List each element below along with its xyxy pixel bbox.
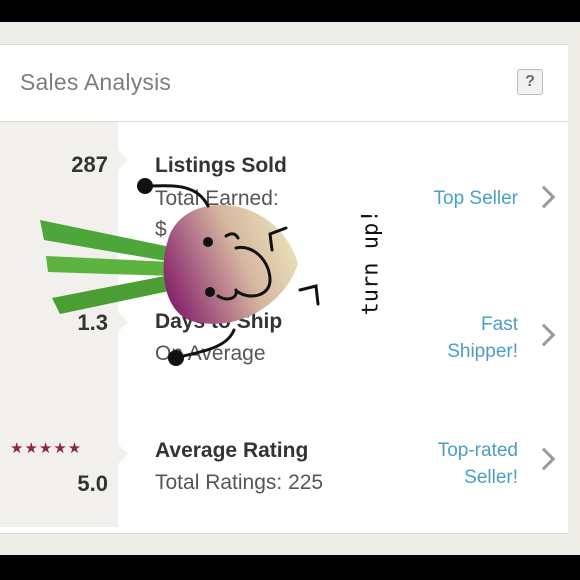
badge-line: Shipper! xyxy=(447,341,518,362)
listings-sold-row[interactable]: 287 Listings Sold Total Earned: $ Top Se… xyxy=(0,122,568,278)
days-to-ship-label: Days to Ship xyxy=(155,310,283,333)
total-ratings-label: Total Ratings: 225 xyxy=(155,471,324,494)
top-rated-badge: Top-rated Seller! xyxy=(438,437,518,491)
chevron-right-icon[interactable] xyxy=(532,185,556,209)
fast-shipper-badge: Fast Shipper! xyxy=(447,311,518,365)
on-average-label: On Average xyxy=(155,342,266,365)
row-stat-panel xyxy=(0,399,118,527)
total-earned-value: $ xyxy=(155,218,167,241)
badge-line: Seller! xyxy=(464,467,518,488)
screen-background: Sales Analysis ? 287 Listings Sold Total… xyxy=(0,22,580,555)
badge-line: Top-rated xyxy=(437,440,518,461)
chevron-right-icon[interactable] xyxy=(532,323,556,347)
row-notch xyxy=(118,312,128,332)
average-rating-row[interactable]: ★★★★★ 5.0 Average Rating Total Ratings: … xyxy=(0,399,568,527)
row-stat-panel xyxy=(0,277,118,399)
row-notch xyxy=(118,444,128,464)
average-rating-value: 5.0 xyxy=(77,471,108,496)
row-notch xyxy=(118,150,128,170)
card-header: Sales Analysis ? xyxy=(0,45,568,122)
card-title: Sales Analysis xyxy=(20,69,172,95)
help-button[interactable]: ? xyxy=(517,69,543,95)
row-stat-panel xyxy=(0,122,118,277)
days-to-ship-value: 1.3 xyxy=(77,310,108,335)
star-rating-icon: ★★★★★ xyxy=(10,440,83,457)
badge-line: Fast xyxy=(481,314,518,335)
chevron-right-icon[interactable] xyxy=(532,447,556,471)
listings-sold-count: 287 xyxy=(71,152,108,177)
days-to-ship-row[interactable]: 1.3 Days to Ship On Average Fast Shipper… xyxy=(0,277,568,400)
turn-up-caption: turn up! xyxy=(358,209,384,316)
sales-analysis-card: Sales Analysis ? 287 Listings Sold Total… xyxy=(0,44,568,534)
top-seller-badge: Top Seller xyxy=(433,188,519,209)
listings-sold-label: Listings Sold xyxy=(155,154,287,177)
average-rating-label: Average Rating xyxy=(155,439,309,462)
total-earned-label: Total Earned: xyxy=(155,187,279,210)
